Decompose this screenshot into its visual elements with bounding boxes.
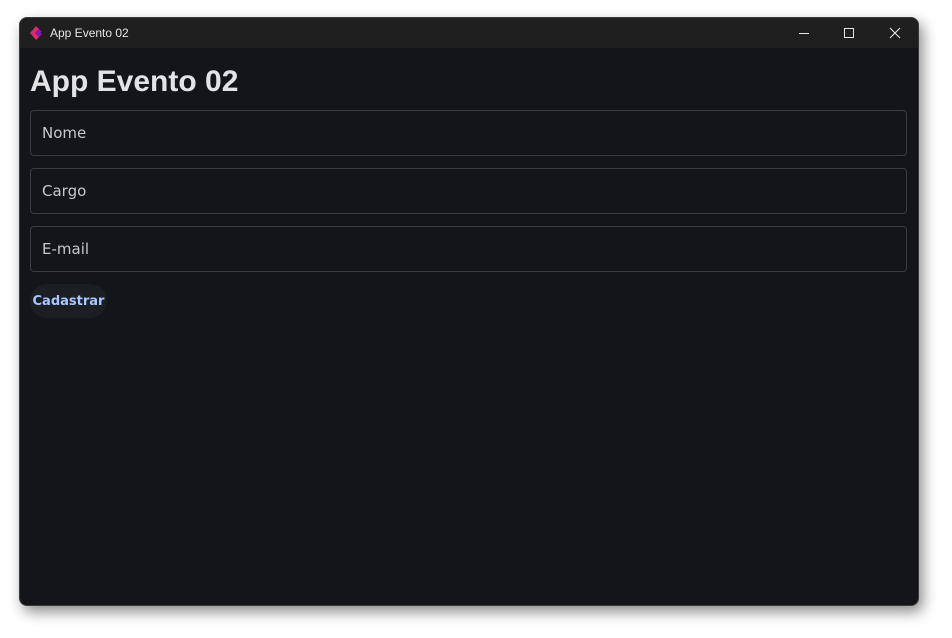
maximize-button[interactable] [826,18,872,48]
cargo-input[interactable] [31,169,906,213]
minimize-icon [799,33,809,34]
nome-field[interactable] [30,110,907,156]
window-title: App Evento 02 [50,26,129,40]
cargo-field[interactable] [30,168,907,214]
title-bar[interactable]: App Evento 02 [20,18,918,48]
email-input[interactable] [31,227,906,271]
app-window: App Evento 02 App Evento 02 Cadastrar [19,17,919,606]
cadastrar-button[interactable]: Cadastrar [30,284,107,318]
close-icon [889,27,901,39]
email-field[interactable] [30,226,907,272]
maximize-icon [844,28,854,38]
close-button[interactable] [872,18,918,48]
app-logo-icon [30,26,42,40]
nome-input[interactable] [31,111,906,155]
minimize-button[interactable] [781,18,827,48]
page-title: App Evento 02 [30,65,239,98]
